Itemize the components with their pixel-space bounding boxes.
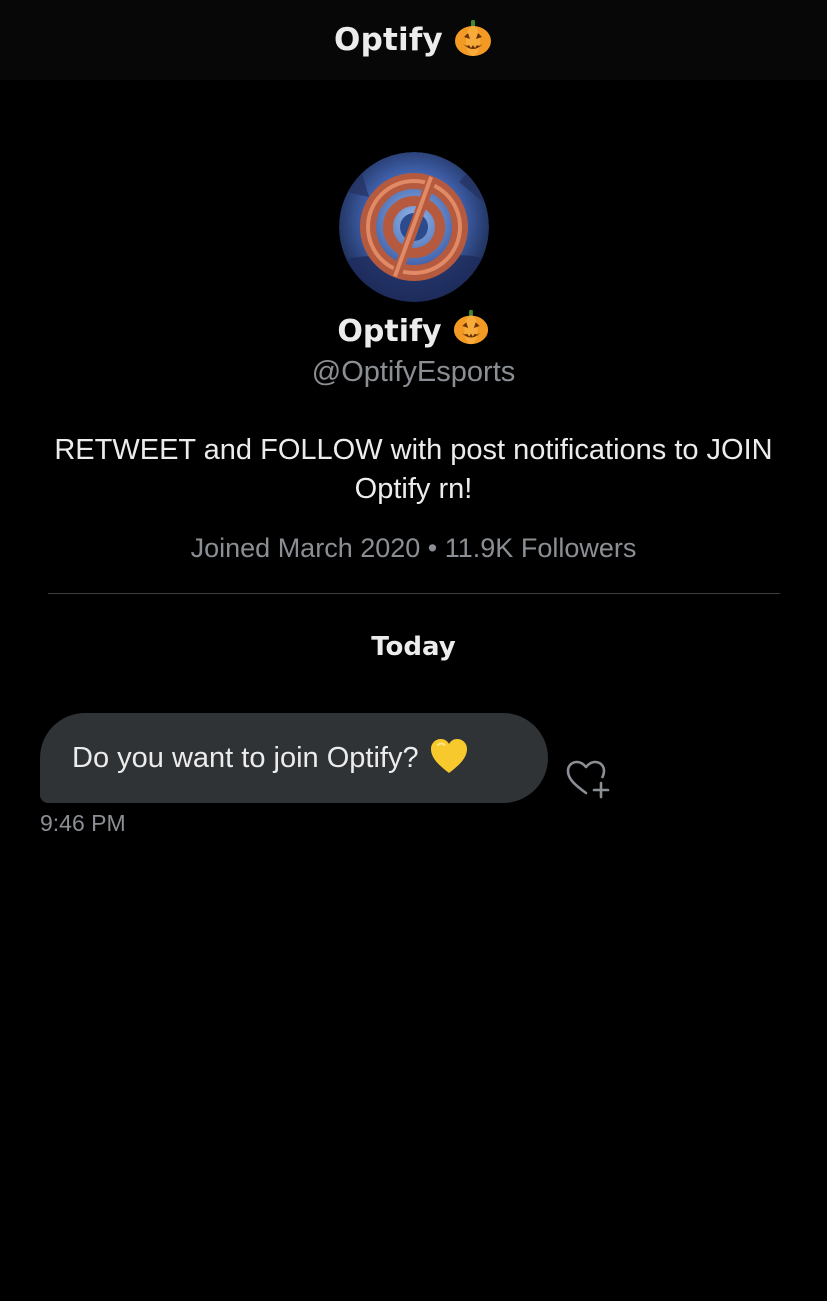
- profile-card: Optify @OptifyEsports RETWEET and FOLLOW…: [0, 152, 827, 564]
- profile-bio: RETWEET and FOLLOW with post notificatio…: [54, 434, 773, 505]
- pumpkin-emoji-icon: [452, 308, 490, 354]
- message-text: Do you want to join Optify?: [72, 741, 419, 774]
- profile-meta: Joined March 2020 • 11.9K Followers: [191, 533, 637, 564]
- day-label: Today: [371, 632, 456, 662]
- header-title: Optify: [334, 22, 443, 58]
- message-bubble[interactable]: Do you want to join Optify?: [40, 713, 548, 803]
- header-bar: Optify: [0, 0, 827, 80]
- profile-name[interactable]: Optify: [337, 308, 490, 354]
- profile-name-text: Optify: [337, 313, 442, 349]
- pumpkin-emoji-icon: [453, 18, 493, 63]
- joined-date: Joined March 2020: [190, 533, 421, 563]
- message-timestamp: 9:46 PM: [40, 810, 126, 836]
- meta-separator: •: [427, 533, 438, 563]
- followers-count[interactable]: 11.9K Followers: [445, 533, 637, 563]
- profile-handle[interactable]: @OptifyEsports: [312, 356, 516, 389]
- yellow-heart-emoji-icon: [429, 737, 469, 780]
- divider: [48, 593, 780, 594]
- avatar[interactable]: [338, 152, 489, 302]
- add-reaction-heart-icon[interactable]: [564, 757, 612, 801]
